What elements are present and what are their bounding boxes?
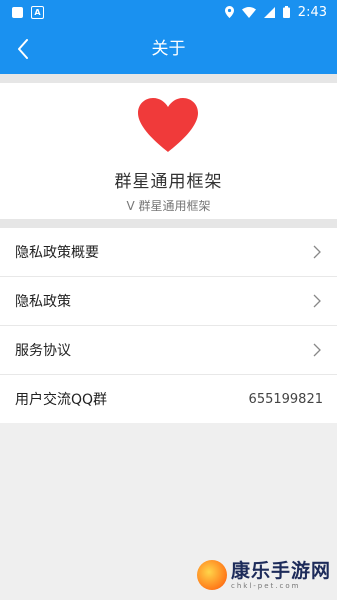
menu-item-label: 服务协议 — [15, 343, 71, 359]
watermark-logo-icon — [196, 560, 227, 590]
menu-item-qq-group[interactable]: 用户交流QQ群 655199821 — [0, 375, 337, 423]
watermark-title: 康乐手游网 — [230, 560, 331, 582]
battery-icon — [282, 6, 290, 18]
chevron-right-icon — [313, 245, 321, 259]
page-title: 关于 — [151, 39, 186, 59]
notification-app-icon — [12, 6, 23, 18]
menu-item-label: 用户交流QQ群 — [15, 392, 108, 408]
section-divider — [0, 219, 337, 228]
location-icon — [224, 6, 234, 18]
heart-icon — [138, 98, 198, 152]
notification-a-icon: A — [31, 5, 44, 19]
chevron-right-icon — [313, 343, 321, 357]
back-button[interactable] — [8, 34, 38, 64]
watermark-url: chkl-pet.com — [230, 582, 301, 590]
app-info-card: 群星通用框架 V 群星通用框架 — [0, 83, 337, 219]
menu-item-label: 隐私政策 — [15, 294, 71, 310]
app-version: V 群星通用框架 — [126, 199, 211, 213]
status-bar: A 2:43 — [0, 0, 337, 24]
watermark: 康乐手游网 chkl-pet.com — [196, 560, 331, 590]
chevron-right-icon — [313, 294, 321, 308]
status-time: 2:43 — [297, 4, 327, 20]
header-divider — [0, 74, 337, 83]
qq-group-number: 655199821 — [248, 391, 323, 407]
menu-item-privacy-summary[interactable]: 隐私政策概要 — [0, 228, 337, 277]
about-menu: 隐私政策概要 隐私政策 服务协议 用户交流QQ群 655199821 — [0, 228, 337, 423]
menu-item-service-agreement[interactable]: 服务协议 — [0, 326, 337, 375]
back-arrow-icon — [18, 39, 28, 59]
wifi-icon — [241, 6, 256, 18]
signal-icon — [263, 6, 275, 18]
app-header: 关于 — [0, 24, 337, 74]
app-logo — [136, 96, 200, 154]
menu-item-label: 隐私政策概要 — [15, 245, 99, 261]
app-name: 群星通用框架 — [114, 172, 223, 192]
menu-item-privacy-policy[interactable]: 隐私政策 — [0, 277, 337, 326]
